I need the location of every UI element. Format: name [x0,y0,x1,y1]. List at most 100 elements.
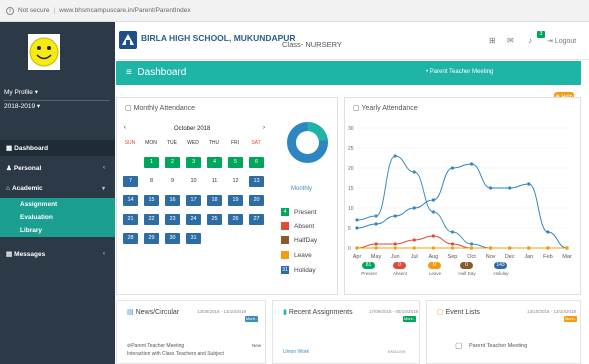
calendar-day[interactable]: 8 [144,176,159,187]
summary-pill-label: Holiday [493,271,509,276]
calendar-day[interactable]: 19 [228,195,243,206]
weekday-header: SAT [251,140,261,146]
calendar-day[interactable]: 7 [123,176,138,187]
calendar-day[interactable]: 28 [123,233,138,244]
weekday-header: THU [208,140,220,146]
weekday-header: TUE [167,140,177,146]
calendar-day[interactable]: 29 [144,233,159,244]
calendar-day[interactable]: 11 [207,176,222,187]
assignment-item[interactable]: Union Work [283,349,309,355]
legend-swatch [281,222,289,230]
next-month-button[interactable]: › [263,125,265,131]
summary-pill-label: Half Day [458,271,476,276]
weekday-header: FRI [230,140,240,146]
legend-swatch: 31 [281,266,289,274]
legend-label: Present [294,208,317,216]
legend-holiday: 31 Holiday [281,266,316,274]
sidebar-item-messages[interactable]: ▤ Messages ‹ [0,246,115,262]
address-bar[interactable]: i Not secure | www.bhsmcampuscare.in/Par… [0,0,589,22]
sidebar-item-assignment[interactable]: Assignment [0,198,115,211]
calendar-day[interactable]: 9 [165,176,180,187]
calendar-day[interactable]: 6 [249,157,264,168]
sidebar-item-personal[interactable]: ♟ Personal ‹ [0,160,115,176]
url-text[interactable]: www.bhsmcampuscare.in/Parent/ParentIndex [59,7,191,14]
avatar[interactable] [28,34,60,70]
school-logo [119,31,137,49]
calendar-day[interactable]: 13 [249,176,264,187]
year-selector[interactable]: 2018-2019 ▾ [4,102,40,110]
calendar-day[interactable]: 17 [186,195,201,206]
logout-label: Logout [554,38,577,45]
card-title: ▮ Recent Assignments [283,308,353,316]
sidebar-item-library[interactable]: Library [0,224,115,237]
calendar-day[interactable]: 26 [228,214,243,225]
sidebar-divider [4,100,110,101]
calendar-day[interactable]: 3 [186,157,201,168]
calendar-icon: ▢ [353,105,360,112]
calendar-day[interactable]: 21 [123,214,138,225]
page-title: ≡ Dashboard [126,67,186,78]
class-label: Class- NURSERY [282,40,342,49]
legend-swatch: 4 [281,208,289,216]
calendar-day[interactable]: 31 [186,233,201,244]
card-dates: 13/10/2018 - 13/10/2018 [527,309,577,314]
legend-label: HalfDay [294,236,318,244]
mail-icon[interactable]: ✉ [507,36,514,45]
more-button[interactable]: More.. [564,316,577,322]
notice-ticker[interactable]: • Parent Teacher Meeting [426,69,493,75]
calendar-day[interactable]: 15 [144,195,159,206]
panel-title: ▢ Yearly Attendance [353,104,418,112]
bell-icon[interactable]: ♪ [528,36,532,45]
legend-halfday: HalfDay [281,236,317,244]
calendar-day[interactable]: 27 [249,214,264,225]
donut-present-segment [307,121,328,142]
calendar-header: ‹ October 2018 › [122,125,267,135]
news-card: ▤ News/Circular 13/05/2018 - 13/10/2018 … [116,300,266,364]
more-button[interactable]: More.. [245,316,258,322]
notice-text: Parent Teacher Meeting [429,69,494,75]
sidebar-item-dashboard[interactable]: ▦ Dashboard [0,140,115,156]
event-item[interactable]: Parent Teacher Meeting [469,343,527,349]
event-lists-card: ▢ Event Lists 13/10/2018 - 13/10/2018 Mo… [426,300,581,364]
info-icon[interactable]: i [6,6,14,15]
calendar-day[interactable]: 22 [144,214,159,225]
calendar-day[interactable]: 5 [228,157,243,168]
sidebar-item-label: Personal [13,164,42,172]
calendar-day[interactable]: 18 [207,195,222,206]
calendar-day[interactable]: 25 [207,214,222,225]
calendar-day[interactable]: 14 [123,195,138,206]
calendar-day[interactable]: 4 [207,157,222,168]
card-dates: 17/09/2018 - 05/10/2018 [369,309,419,314]
calendar-day[interactable]: 10 [186,176,201,187]
grid-icon[interactable]: ⊞ [489,36,496,45]
calendar-day[interactable]: 24 [186,214,201,225]
weekday-header: WED [187,140,199,146]
chevron-left-icon: ‹ [103,165,105,171]
menu-icon[interactable]: ≡ [126,67,132,78]
prev-month-button[interactable]: ‹ [124,125,126,131]
card-title-text: Event Lists [445,309,480,316]
more-button[interactable]: More.. [403,316,416,322]
calendar-day[interactable]: 1 [144,157,159,168]
legend-present: 4 Present [281,208,316,216]
sidebar-item-academic[interactable]: ⌂ Academic ▾ [0,180,115,196]
calendar-day[interactable]: 12 [228,176,243,187]
calendar-day[interactable]: 30 [165,233,180,244]
logout-button[interactable]: ⇥ Logout [547,37,576,45]
user-icon: ♟ [6,165,12,172]
news-item-title[interactable]: ⊘Parent Teacher Meeting [127,343,184,349]
school-name: BIRLA HIGH SCHOOL, MUKUNDAPUR [141,33,296,43]
summary-pill-label: Present [361,271,377,276]
my-profile-toggle[interactable]: My Profile ▾ [4,88,38,96]
summary-pill: 0 [393,262,406,269]
calendar-day[interactable]: 2 [165,157,180,168]
calendar-day[interactable]: 16 [165,195,180,206]
sidebar-item-evaluation[interactable]: Evaluation [0,211,115,224]
sidebar-subitem-label: Library [20,227,43,234]
news-icon: ▤ [127,309,134,316]
new-tag: New [252,343,262,348]
calendar-day[interactable]: 20 [249,195,264,206]
sidebar-subitem-label: Assignment [20,201,58,208]
calendar-day[interactable]: 23 [165,214,180,225]
chevron-left-icon: ‹ [103,251,105,257]
